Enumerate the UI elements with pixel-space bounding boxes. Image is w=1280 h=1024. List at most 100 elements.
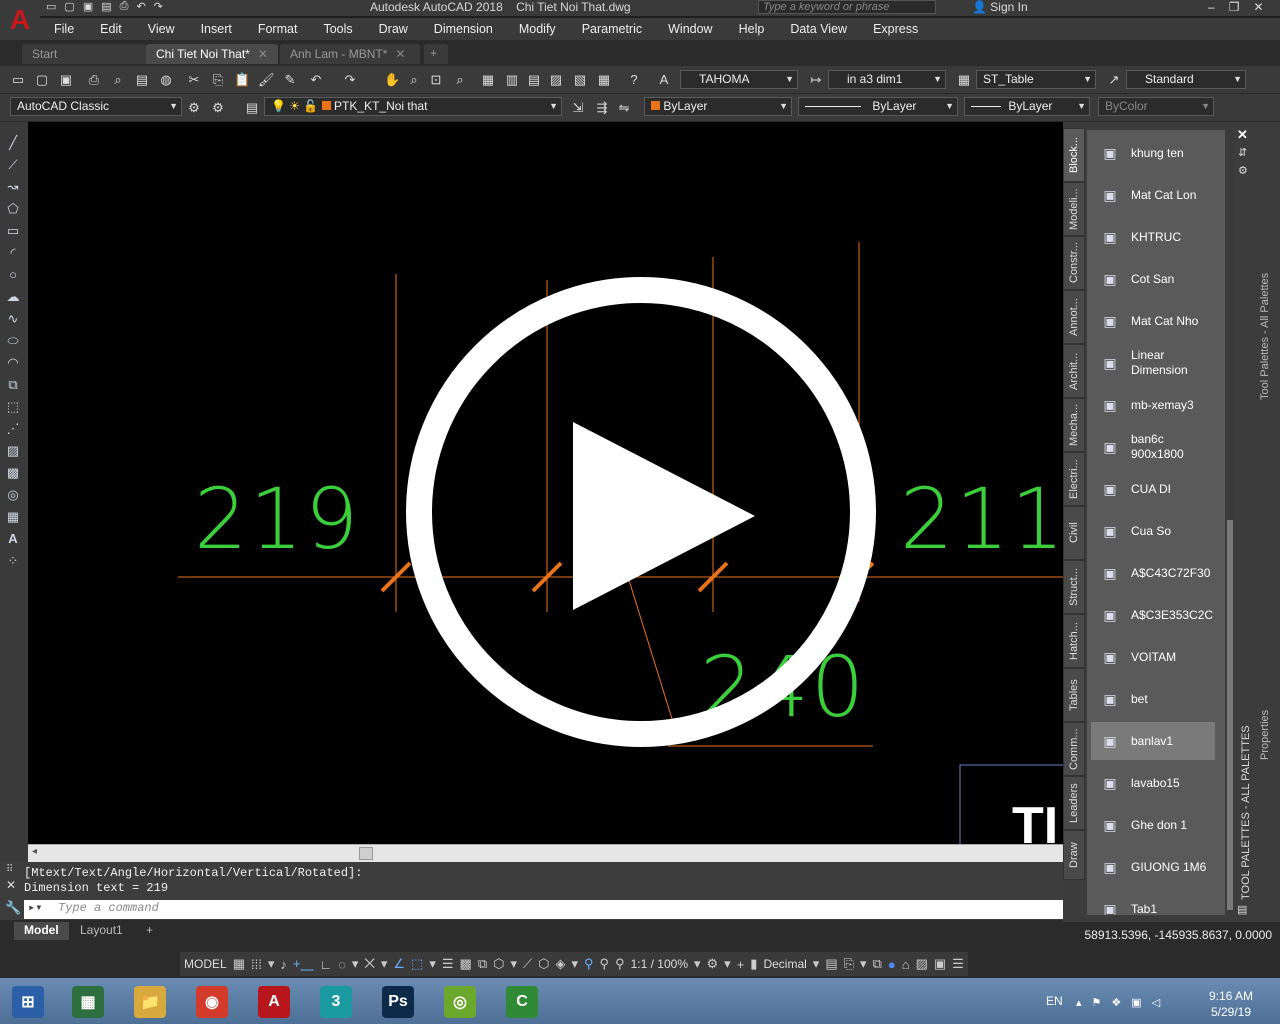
snap-icon[interactable]: ⁞⁞⁞ <box>251 957 262 972</box>
sheet-set-icon[interactable]: ▨ <box>548 72 564 88</box>
tab-anh-lam-mbnt[interactable]: Anh Lam - MBNT* ✕ <box>280 44 420 64</box>
palette-tab-leaders[interactable]: Leaders <box>1063 776 1085 830</box>
annotation-visibility-icon[interactable]: ⚲ <box>584 956 594 972</box>
palette-tab-architectural[interactable]: Archit... <box>1063 344 1085 398</box>
insert-block-icon[interactable]: ⧉ <box>4 376 22 394</box>
palette-item[interactable]: ▣ ban6c 900x1800 <box>1091 428 1215 466</box>
taskbar-task-manager[interactable]: ▦ <box>60 982 116 1022</box>
ellipse-arc-icon[interactable]: ◠ <box>4 354 22 372</box>
scrollbar-thumb[interactable] <box>359 847 373 860</box>
cut-icon[interactable]: ✂ <box>186 72 202 88</box>
menu-window[interactable]: Window <box>654 22 724 36</box>
layer-states-icon[interactable]: ⇋ <box>616 100 632 116</box>
zoom-previous-icon[interactable]: ⌕ <box>452 72 468 88</box>
polygon-icon[interactable]: ⬠ <box>4 200 22 218</box>
add-selected-icon[interactable]: ⁘ <box>4 552 22 570</box>
sign-in-button[interactable]: 👤 Sign In <box>972 0 1028 14</box>
transparency-icon[interactable]: ▩ <box>460 956 472 972</box>
language-indicator[interactable]: EN <box>1046 994 1063 1008</box>
zoom-realtime-icon[interactable]: ⌕ <box>406 72 422 88</box>
gradient-icon[interactable]: ▩ <box>4 464 22 482</box>
hardware-acceleration-icon[interactable]: ● <box>888 957 896 972</box>
zoom-window-icon[interactable]: ⊡ <box>428 72 444 88</box>
menu-dimension[interactable]: Dimension <box>420 22 505 36</box>
make-block-icon[interactable]: ⬚ <box>4 398 22 416</box>
menu-parametric[interactable]: Parametric <box>568 22 654 36</box>
open-icon[interactable]: ▢ <box>34 72 50 88</box>
chevron-down-icon[interactable]: ▾ <box>352 956 359 972</box>
customization-icon[interactable]: ▨ <box>916 956 928 972</box>
palette-tab-tables[interactable]: Tables <box>1063 668 1085 722</box>
palette-item[interactable]: ▣ Cua So <box>1091 512 1215 550</box>
new-tab-button[interactable]: + <box>424 44 448 64</box>
layer-previous-icon[interactable]: ⇶ <box>594 100 610 116</box>
chevron-down-icon[interactable]: ▾ <box>429 956 436 972</box>
menu-express[interactable]: Express <box>859 22 930 36</box>
close-icon[interactable]: ✕ <box>1237 127 1248 143</box>
lineweight-icon[interactable]: ☰ <box>442 956 454 972</box>
volume-icon[interactable]: ◁ <box>1152 996 1160 1009</box>
tab-start[interactable]: Start <box>22 44 146 64</box>
close-icon[interactable]: ✕ <box>258 47 268 61</box>
publish-icon[interactable]: ▤ <box>134 72 150 88</box>
palette-tab-mechanical[interactable]: Mecha... <box>1063 398 1085 452</box>
arc-icon[interactable]: ◜ <box>4 244 22 262</box>
taskbar-3ds-max[interactable]: 3 <box>308 982 364 1022</box>
network-icon[interactable]: ▣ <box>1131 996 1141 1009</box>
menu-data-view[interactable]: Data View <box>776 22 859 36</box>
palette-scrollbar-thumb[interactable] <box>1227 520 1233 910</box>
quick-properties-icon[interactable]: ▤ <box>825 956 837 972</box>
units-dropdown[interactable]: Decimal <box>763 957 806 971</box>
properties-icon[interactable]: ▦ <box>480 72 496 88</box>
saveas-icon[interactable]: ▤ <box>101 0 111 14</box>
menu-insert[interactable]: Insert <box>187 22 244 36</box>
lineweight-dropdown[interactable]: ByLayer ▼ <box>964 97 1090 116</box>
annotation-scale-dropdown[interactable]: 1:1 / 100% <box>631 957 688 971</box>
match-properties-icon[interactable]: 🖌 <box>258 72 275 88</box>
ortho-icon[interactable]: ∟ <box>319 957 332 972</box>
auto-scale-icon[interactable]: ⚲ <box>600 956 610 972</box>
video-play-button[interactable] <box>403 274 879 750</box>
pan-icon[interactable]: ✋ <box>384 72 400 88</box>
search-input[interactable]: Type a keyword or phrase <box>758 0 936 14</box>
redo-icon[interactable]: ↷ <box>154 0 163 14</box>
palette-tab-command[interactable]: Comm... <box>1063 722 1085 776</box>
palette-item[interactable]: ▣ Tab1 <box>1091 890 1215 916</box>
close-icon[interactable]: ✕ <box>6 878 16 892</box>
undo-icon[interactable]: ↶ <box>308 72 324 88</box>
autocad-logo-icon[interactable]: A <box>0 0 40 40</box>
chevron-down-icon[interactable]: ▾ <box>724 956 731 972</box>
dim-style-dropdown[interactable]: in a3 dim1 ▼ <box>828 70 946 89</box>
palette-tab-constraints[interactable]: Constr... <box>1063 236 1085 290</box>
chevron-down-icon[interactable]: ▾ <box>268 956 275 972</box>
palette-item[interactable]: ▣ A$C3E353C2C <box>1091 596 1215 634</box>
selection-cycling-icon[interactable]: ⧉ <box>478 956 487 972</box>
selection-filter-icon[interactable]: ⬡ <box>538 956 549 972</box>
plot-preview-icon[interactable]: ⌕ <box>110 72 126 88</box>
scroll-left-icon[interactable]: ◂ <box>32 846 37 857</box>
taskbar-photoshop[interactable]: Ps <box>370 982 426 1022</box>
palette-item[interactable]: ▣ Ghe don 1 <box>1091 806 1215 844</box>
chevron-down-icon[interactable]: ▾ <box>510 956 517 972</box>
action-center-icon[interactable]: ⚑ <box>1092 996 1102 1009</box>
chevron-down-icon[interactable]: ▾ <box>381 956 388 972</box>
menu-file[interactable]: File <box>40 22 86 36</box>
grid-icon[interactable]: ▦ <box>233 956 245 972</box>
save-icon[interactable]: ▣ <box>58 72 74 88</box>
infer-constraints-icon[interactable]: ♪ <box>280 957 287 972</box>
redo-icon[interactable]: ↷ <box>342 72 358 88</box>
isolate-objects-icon[interactable]: ⧉ <box>873 956 882 972</box>
taskbar-chrome[interactable]: ◉ <box>184 982 240 1022</box>
markup-icon[interactable]: ▧ <box>572 72 588 88</box>
palette-item[interactable]: ▣ VOITAM <box>1091 638 1215 676</box>
text-style-dropdown[interactable]: TAHOMA ▼ <box>680 70 798 89</box>
command-prompt-icon[interactable]: ▸▾ <box>28 900 42 917</box>
open-icon[interactable]: ▢ <box>64 0 74 14</box>
color-dropdown[interactable]: ByLayer ▼ <box>644 97 792 116</box>
table-style-dropdown[interactable]: ST_Table ▼ <box>976 70 1096 89</box>
grip-icon[interactable]: ⠿ <box>6 864 13 875</box>
auto-hide-icon[interactable]: ⇵ <box>1238 146 1247 159</box>
plot-icon[interactable]: ⎙ <box>120 0 129 14</box>
3d-osnap-icon[interactable]: ⬡ <box>493 956 504 972</box>
menu-edit[interactable]: Edit <box>86 22 134 36</box>
